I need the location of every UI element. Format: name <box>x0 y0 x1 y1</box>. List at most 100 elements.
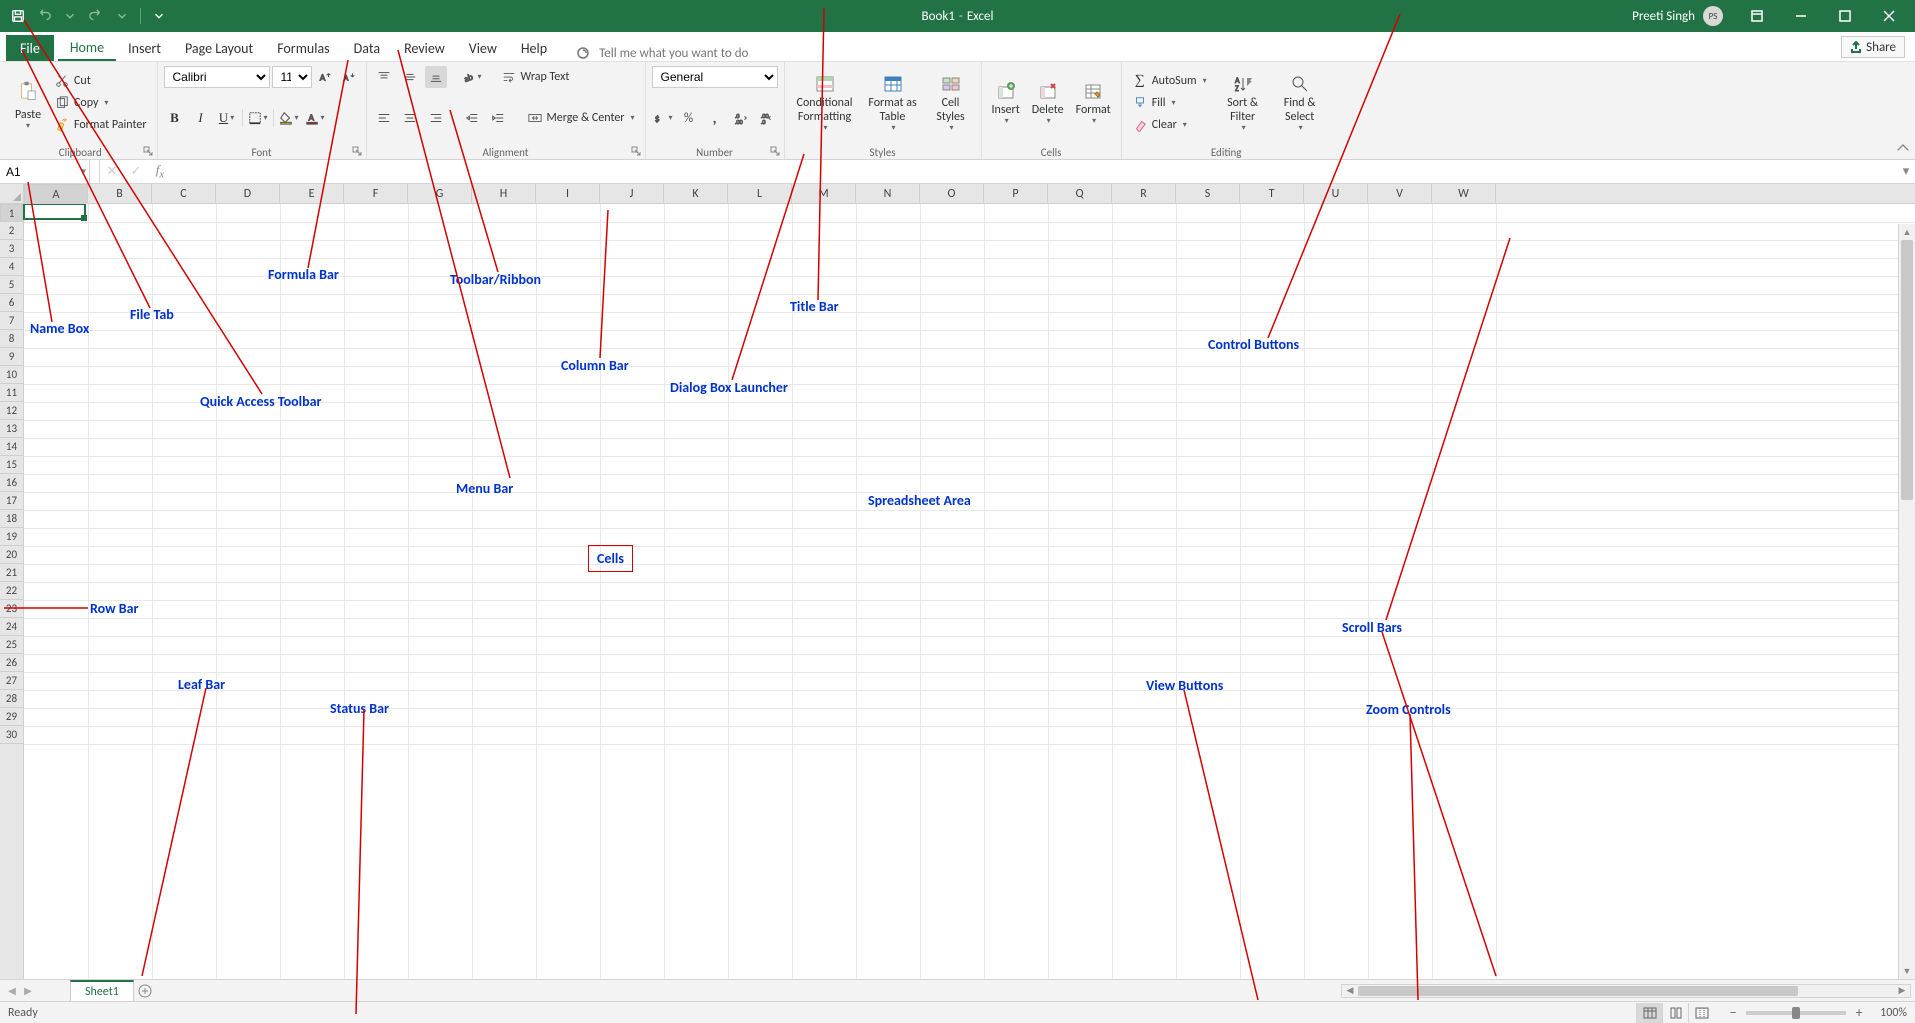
row-header[interactable]: 2 <box>0 222 23 240</box>
column-header[interactable]: P <box>984 184 1048 203</box>
fill-handle[interactable] <box>81 215 87 221</box>
horizontal-scrollbar[interactable]: ◀ ▶ <box>1341 984 1911 998</box>
save-icon[interactable] <box>6 4 30 28</box>
fill-color-button[interactable] <box>278 107 300 129</box>
align-bottom-icon[interactable] <box>425 66 447 88</box>
expand-formula-bar-icon[interactable]: ▾ <box>1897 160 1915 183</box>
tab-home[interactable]: Home <box>58 35 116 61</box>
sheet-tab-active[interactable]: Sheet1 <box>70 980 134 1001</box>
share-button[interactable]: Share <box>1841 36 1905 58</box>
font-size-select[interactable]: 11 <box>272 66 312 88</box>
sheet-nav-next-icon[interactable]: ▶ <box>20 983 36 999</box>
find-select-button[interactable]: Find & Select <box>1275 71 1325 134</box>
row-header[interactable]: 29 <box>0 708 23 726</box>
percent-format-icon[interactable]: % <box>678 107 700 129</box>
row-header[interactable]: 1 <box>0 204 23 222</box>
column-header[interactable]: R <box>1112 184 1176 203</box>
redo-dropdown-icon[interactable] <box>110 4 134 28</box>
decrease-decimal-icon[interactable]: .00.0 <box>756 107 778 129</box>
orientation-icon[interactable]: ab <box>461 66 483 88</box>
scrollbar-thumb[interactable] <box>1901 240 1913 500</box>
row-header[interactable]: 4 <box>0 258 23 276</box>
dialog-launcher-font[interactable] <box>352 145 364 157</box>
select-all-corner[interactable] <box>0 184 24 203</box>
row-header[interactable]: 6 <box>0 294 23 312</box>
decrease-font-icon[interactable]: A <box>338 66 360 88</box>
collapse-ribbon-icon[interactable] <box>1895 141 1911 157</box>
row-header[interactable]: 16 <box>0 474 23 492</box>
row-header[interactable]: 24 <box>0 618 23 636</box>
tell-me-search[interactable]: Tell me what you want to do <box>575 45 748 61</box>
name-box[interactable]: ▾ <box>0 160 90 183</box>
align-top-icon[interactable] <box>373 66 395 88</box>
merge-center-button[interactable]: Merge & Center <box>523 108 639 128</box>
name-box-input[interactable] <box>0 165 79 179</box>
row-header[interactable]: 8 <box>0 330 23 348</box>
column-header[interactable]: F <box>344 184 408 203</box>
column-header[interactable]: G <box>408 184 472 203</box>
row-header[interactable]: 14 <box>0 438 23 456</box>
column-header[interactable]: I <box>536 184 600 203</box>
redo-icon[interactable] <box>84 4 108 28</box>
row-header[interactable]: 18 <box>0 510 23 528</box>
vertical-scrollbar[interactable]: ▲ ▼ <box>1898 224 1915 979</box>
sheet-nav-prev-icon[interactable]: ◀ <box>4 983 20 999</box>
column-header[interactable]: O <box>920 184 984 203</box>
delete-cells-button[interactable]: Delete <box>1028 78 1068 128</box>
underline-button[interactable]: U <box>216 107 238 129</box>
paste-button[interactable]: Paste ▾ <box>10 67 46 139</box>
zoom-out-button[interactable]: − <box>1726 1004 1740 1021</box>
tab-view[interactable]: View <box>457 35 509 61</box>
column-header[interactable]: T <box>1240 184 1304 203</box>
column-header[interactable]: Q <box>1048 184 1112 203</box>
format-painter-button[interactable]: Format Painter <box>50 115 151 135</box>
column-header[interactable]: M <box>792 184 856 203</box>
dialog-launcher-number[interactable] <box>770 145 782 157</box>
close-button[interactable] <box>1869 0 1909 32</box>
undo-dropdown-icon[interactable] <box>58 4 82 28</box>
copy-button[interactable]: Copy <box>50 93 151 113</box>
formula-input[interactable] <box>172 165 1897 179</box>
column-header[interactable]: D <box>216 184 280 203</box>
ribbon-display-options-icon[interactable] <box>1737 0 1777 32</box>
file-tab[interactable]: File <box>6 35 54 61</box>
row-header[interactable]: 28 <box>0 690 23 708</box>
row-header[interactable]: 15 <box>0 456 23 474</box>
qat-customize-icon[interactable] <box>147 4 171 28</box>
cell-styles-button[interactable]: Cell Styles <box>927 71 975 134</box>
increase-indent-icon[interactable] <box>487 107 509 129</box>
tab-help[interactable]: Help <box>509 35 559 61</box>
align-right-icon[interactable] <box>425 107 447 129</box>
row-header[interactable]: 5 <box>0 276 23 294</box>
account-info[interactable]: Preeti Singh PS <box>1632 6 1723 26</box>
accounting-format-icon[interactable]: $ <box>652 107 674 129</box>
row-header[interactable]: 25 <box>0 636 23 654</box>
row-header[interactable]: 3 <box>0 240 23 258</box>
row-header[interactable]: 26 <box>0 654 23 672</box>
zoom-in-button[interactable]: + <box>1852 1004 1866 1021</box>
row-header[interactable]: 17 <box>0 492 23 510</box>
column-header[interactable]: V <box>1368 184 1432 203</box>
row-header[interactable]: 23 <box>0 600 23 618</box>
column-header[interactable]: A <box>24 184 88 206</box>
column-header[interactable]: L <box>728 184 792 203</box>
tab-review[interactable]: Review <box>392 35 457 61</box>
align-center-icon[interactable] <box>399 107 421 129</box>
row-header[interactable]: 11 <box>0 384 23 402</box>
row-header[interactable]: 21 <box>0 564 23 582</box>
comma-format-icon[interactable]: , <box>704 107 726 129</box>
row-header[interactable]: 27 <box>0 672 23 690</box>
name-box-dropdown-icon[interactable]: ▾ <box>79 166 89 177</box>
column-header[interactable]: N <box>856 184 920 203</box>
column-header[interactable]: U <box>1304 184 1368 203</box>
insert-function-button[interactable]: fx <box>148 160 172 184</box>
add-sheet-button[interactable] <box>134 980 156 1001</box>
decrease-indent-icon[interactable] <box>461 107 483 129</box>
italic-button[interactable]: I <box>190 107 212 129</box>
borders-button[interactable] <box>247 107 269 129</box>
column-header[interactable]: S <box>1176 184 1240 203</box>
fill-button[interactable]: Fill <box>1128 93 1211 113</box>
format-cells-button[interactable]: Format <box>1072 78 1115 128</box>
font-name-select[interactable]: Calibri <box>164 66 270 88</box>
row-header[interactable]: 20 <box>0 546 23 564</box>
